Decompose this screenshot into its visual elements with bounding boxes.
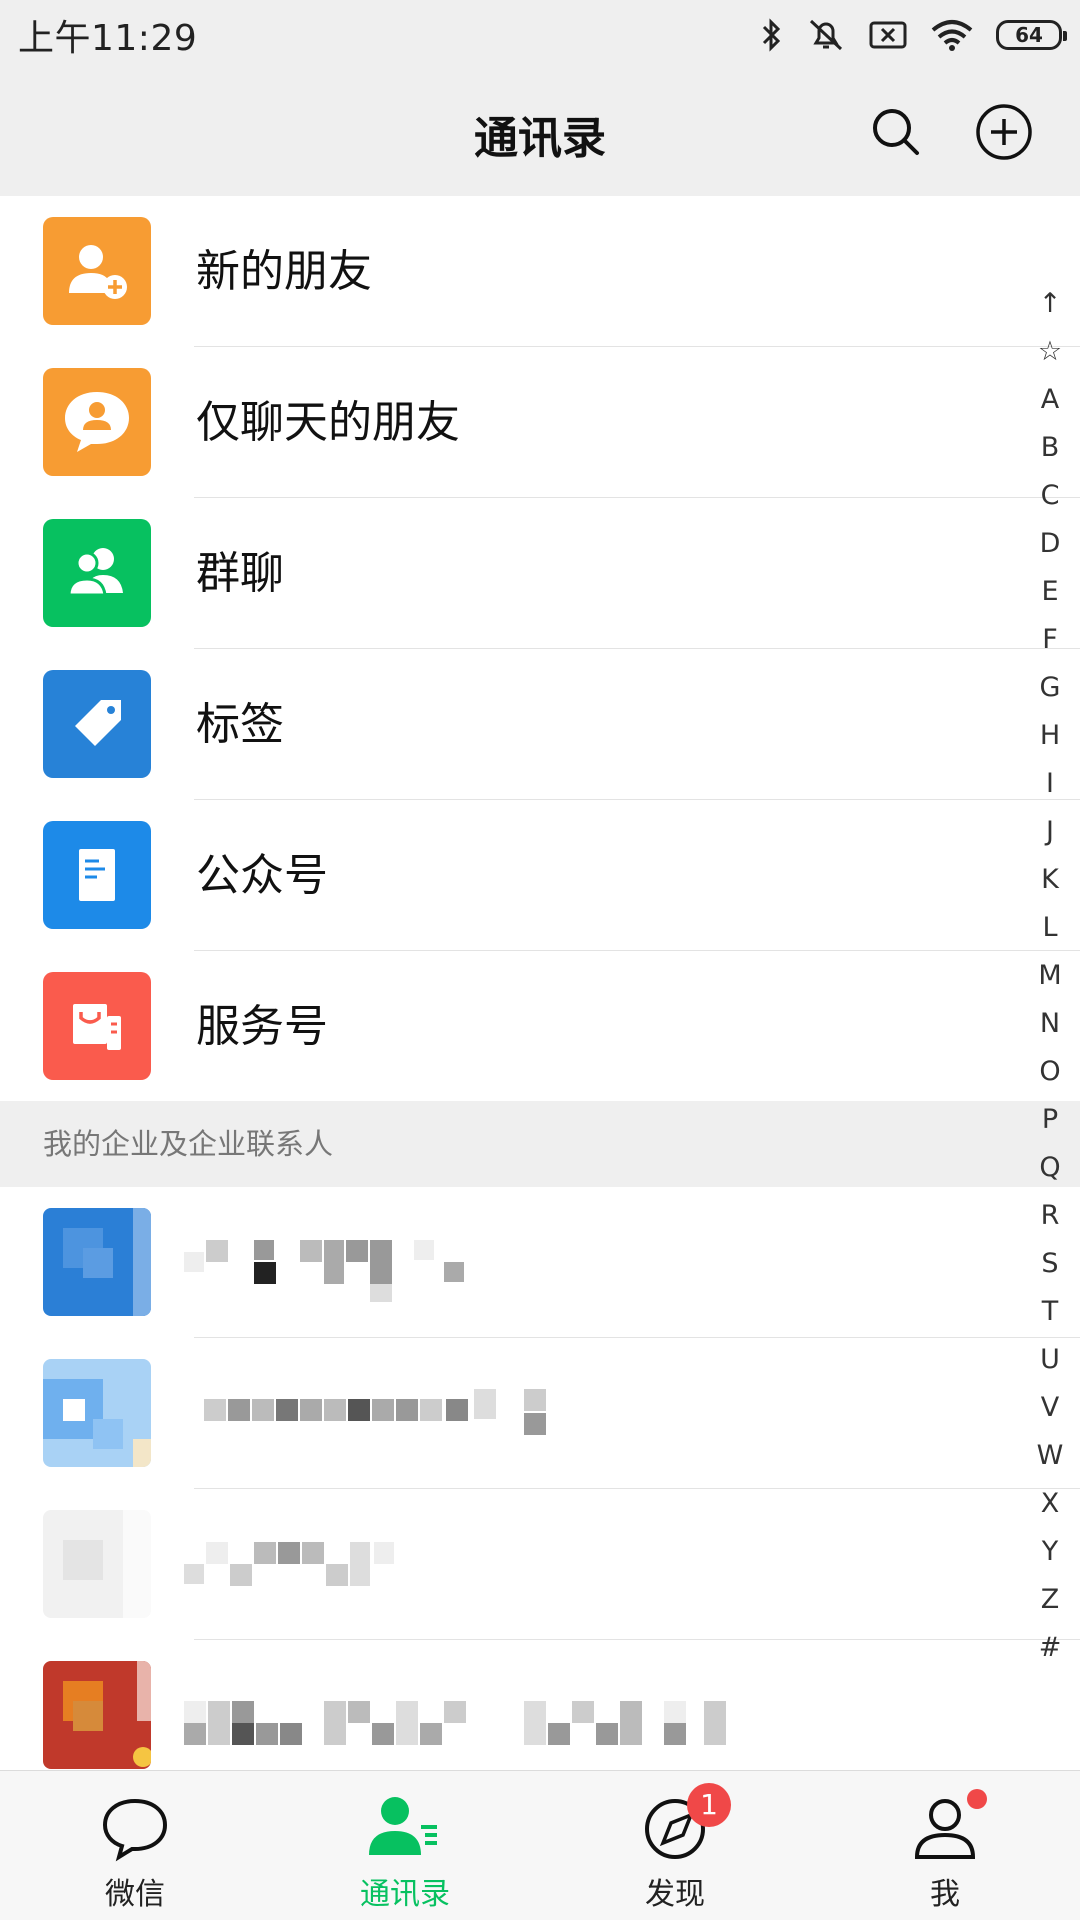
index-letter[interactable]: O [1039, 1048, 1060, 1096]
tab-chats[interactable]: 微信 [0, 1771, 270, 1920]
index-letter[interactable]: N [1040, 1000, 1060, 1048]
contact-name-obscured [184, 1187, 514, 1338]
person-icon [905, 1789, 987, 1863]
add-friend-icon [43, 217, 151, 325]
official-account-icon [43, 821, 151, 929]
list-item[interactable] [0, 1187, 1080, 1338]
contacts-icon [365, 1791, 445, 1863]
index-letter[interactable]: P [1042, 1096, 1058, 1144]
search-button[interactable] [864, 100, 928, 164]
compass-icon: 1 [635, 1783, 731, 1863]
index-letter[interactable]: Q [1039, 1144, 1060, 1192]
func-item-tags[interactable]: 标签 [0, 649, 1080, 800]
search-icon [873, 109, 919, 155]
func-label: 服务号 [196, 1001, 328, 1052]
tag-icon [43, 670, 151, 778]
tab-label: 通讯录 [360, 1877, 450, 1912]
index-letter[interactable]: J [1046, 808, 1054, 856]
battery-icon: 64 [996, 20, 1067, 50]
index-letter[interactable]: ☆ [1038, 328, 1062, 376]
index-letter[interactable]: D [1040, 520, 1061, 568]
sim-x-icon [868, 19, 908, 51]
status-bar: 上午11:29 64 [0, 0, 1080, 70]
func-label: 新的朋友 [196, 246, 372, 297]
index-letter[interactable]: G [1040, 664, 1061, 712]
mute-icon [806, 17, 846, 53]
index-letter[interactable]: S [1041, 1240, 1058, 1288]
func-item-chat-only-friends[interactable]: 仅聊天的朋友 [0, 347, 1080, 498]
func-item-service-accounts[interactable]: 服务号 [0, 951, 1080, 1102]
index-letter[interactable]: B [1041, 424, 1060, 472]
plus-circle-icon [976, 104, 1032, 160]
tab-label: 微信 [105, 1877, 165, 1912]
avatar [43, 1661, 151, 1769]
index-letter[interactable]: R [1041, 1192, 1060, 1240]
notification-dot [967, 1789, 987, 1809]
index-letter[interactable]: H [1040, 712, 1060, 760]
list-item[interactable] [0, 1489, 1080, 1640]
contact-name-obscured [184, 1640, 884, 1791]
tab-me[interactable]: 我 [810, 1771, 1080, 1920]
index-letter[interactable]: C [1041, 472, 1060, 520]
status-icons: 64 [760, 17, 1067, 53]
avatar [43, 1510, 151, 1618]
tab-discover[interactable]: 1 发现 [540, 1771, 810, 1920]
index-letter[interactable]: X [1041, 1480, 1060, 1528]
contact-name-obscured [184, 1489, 444, 1640]
index-letter[interactable]: A [1041, 376, 1059, 424]
index-letter[interactable]: ↑ [1039, 280, 1062, 328]
func-item-new-friends[interactable]: 新的朋友 [0, 196, 1080, 347]
header: 通讯录 [0, 70, 1080, 196]
tab-label: 我 [930, 1877, 960, 1912]
contact-list [0, 1187, 1080, 1791]
tab-label: 发现 [645, 1877, 705, 1912]
notification-badge: 1 [687, 1783, 731, 1827]
index-letter[interactable]: E [1041, 568, 1058, 616]
index-letter[interactable]: V [1041, 1384, 1059, 1432]
index-letter[interactable]: F [1042, 616, 1058, 664]
func-item-group-chats[interactable]: 群聊 [0, 498, 1080, 649]
contact-name-obscured [184, 1338, 604, 1489]
alphabet-index-bar[interactable]: ↑ ☆ A B C D E F G H I J K L M N O P Q R S T U V W X Y Z # [1030, 280, 1070, 1672]
func-label: 仅聊天的朋友 [196, 397, 460, 448]
avatar [43, 1359, 151, 1467]
chat-only-friend-icon [43, 368, 151, 476]
index-letter[interactable]: # [1039, 1624, 1062, 1672]
func-label: 标签 [196, 699, 284, 750]
func-label: 群聊 [196, 548, 284, 599]
index-letter[interactable]: W [1037, 1432, 1064, 1480]
index-letter[interactable]: Y [1042, 1528, 1059, 1576]
service-account-icon [43, 972, 151, 1080]
index-letter[interactable]: L [1042, 904, 1057, 952]
status-time: 上午11:29 [18, 18, 198, 59]
add-button[interactable] [972, 100, 1036, 164]
index-letter[interactable]: K [1041, 856, 1059, 904]
bottom-tab-bar: 微信 通讯录 1 发现 我 [0, 1770, 1080, 1920]
enterprise-section-header: 我的企业及企业联系人 [0, 1101, 1080, 1187]
index-letter[interactable]: I [1046, 760, 1054, 808]
wifi-icon [930, 18, 974, 52]
index-letter[interactable]: T [1042, 1288, 1059, 1336]
func-item-official-accounts[interactable]: 公众号 [0, 800, 1080, 951]
tab-contacts[interactable]: 通讯录 [270, 1771, 540, 1920]
list-item[interactable] [0, 1640, 1080, 1791]
index-letter[interactable]: U [1040, 1336, 1060, 1384]
list-item[interactable] [0, 1338, 1080, 1489]
chat-bubble-icon [95, 1791, 175, 1863]
index-letter[interactable]: M [1038, 952, 1061, 1000]
avatar [43, 1208, 151, 1316]
function-list: 新的朋友 仅聊天的朋友 群聊 标签 公众号 服务号 [0, 196, 1080, 1102]
func-label: 公众号 [196, 850, 328, 901]
index-letter[interactable]: Z [1041, 1576, 1060, 1624]
bluetooth-icon [760, 17, 784, 53]
group-chat-icon [43, 519, 151, 627]
